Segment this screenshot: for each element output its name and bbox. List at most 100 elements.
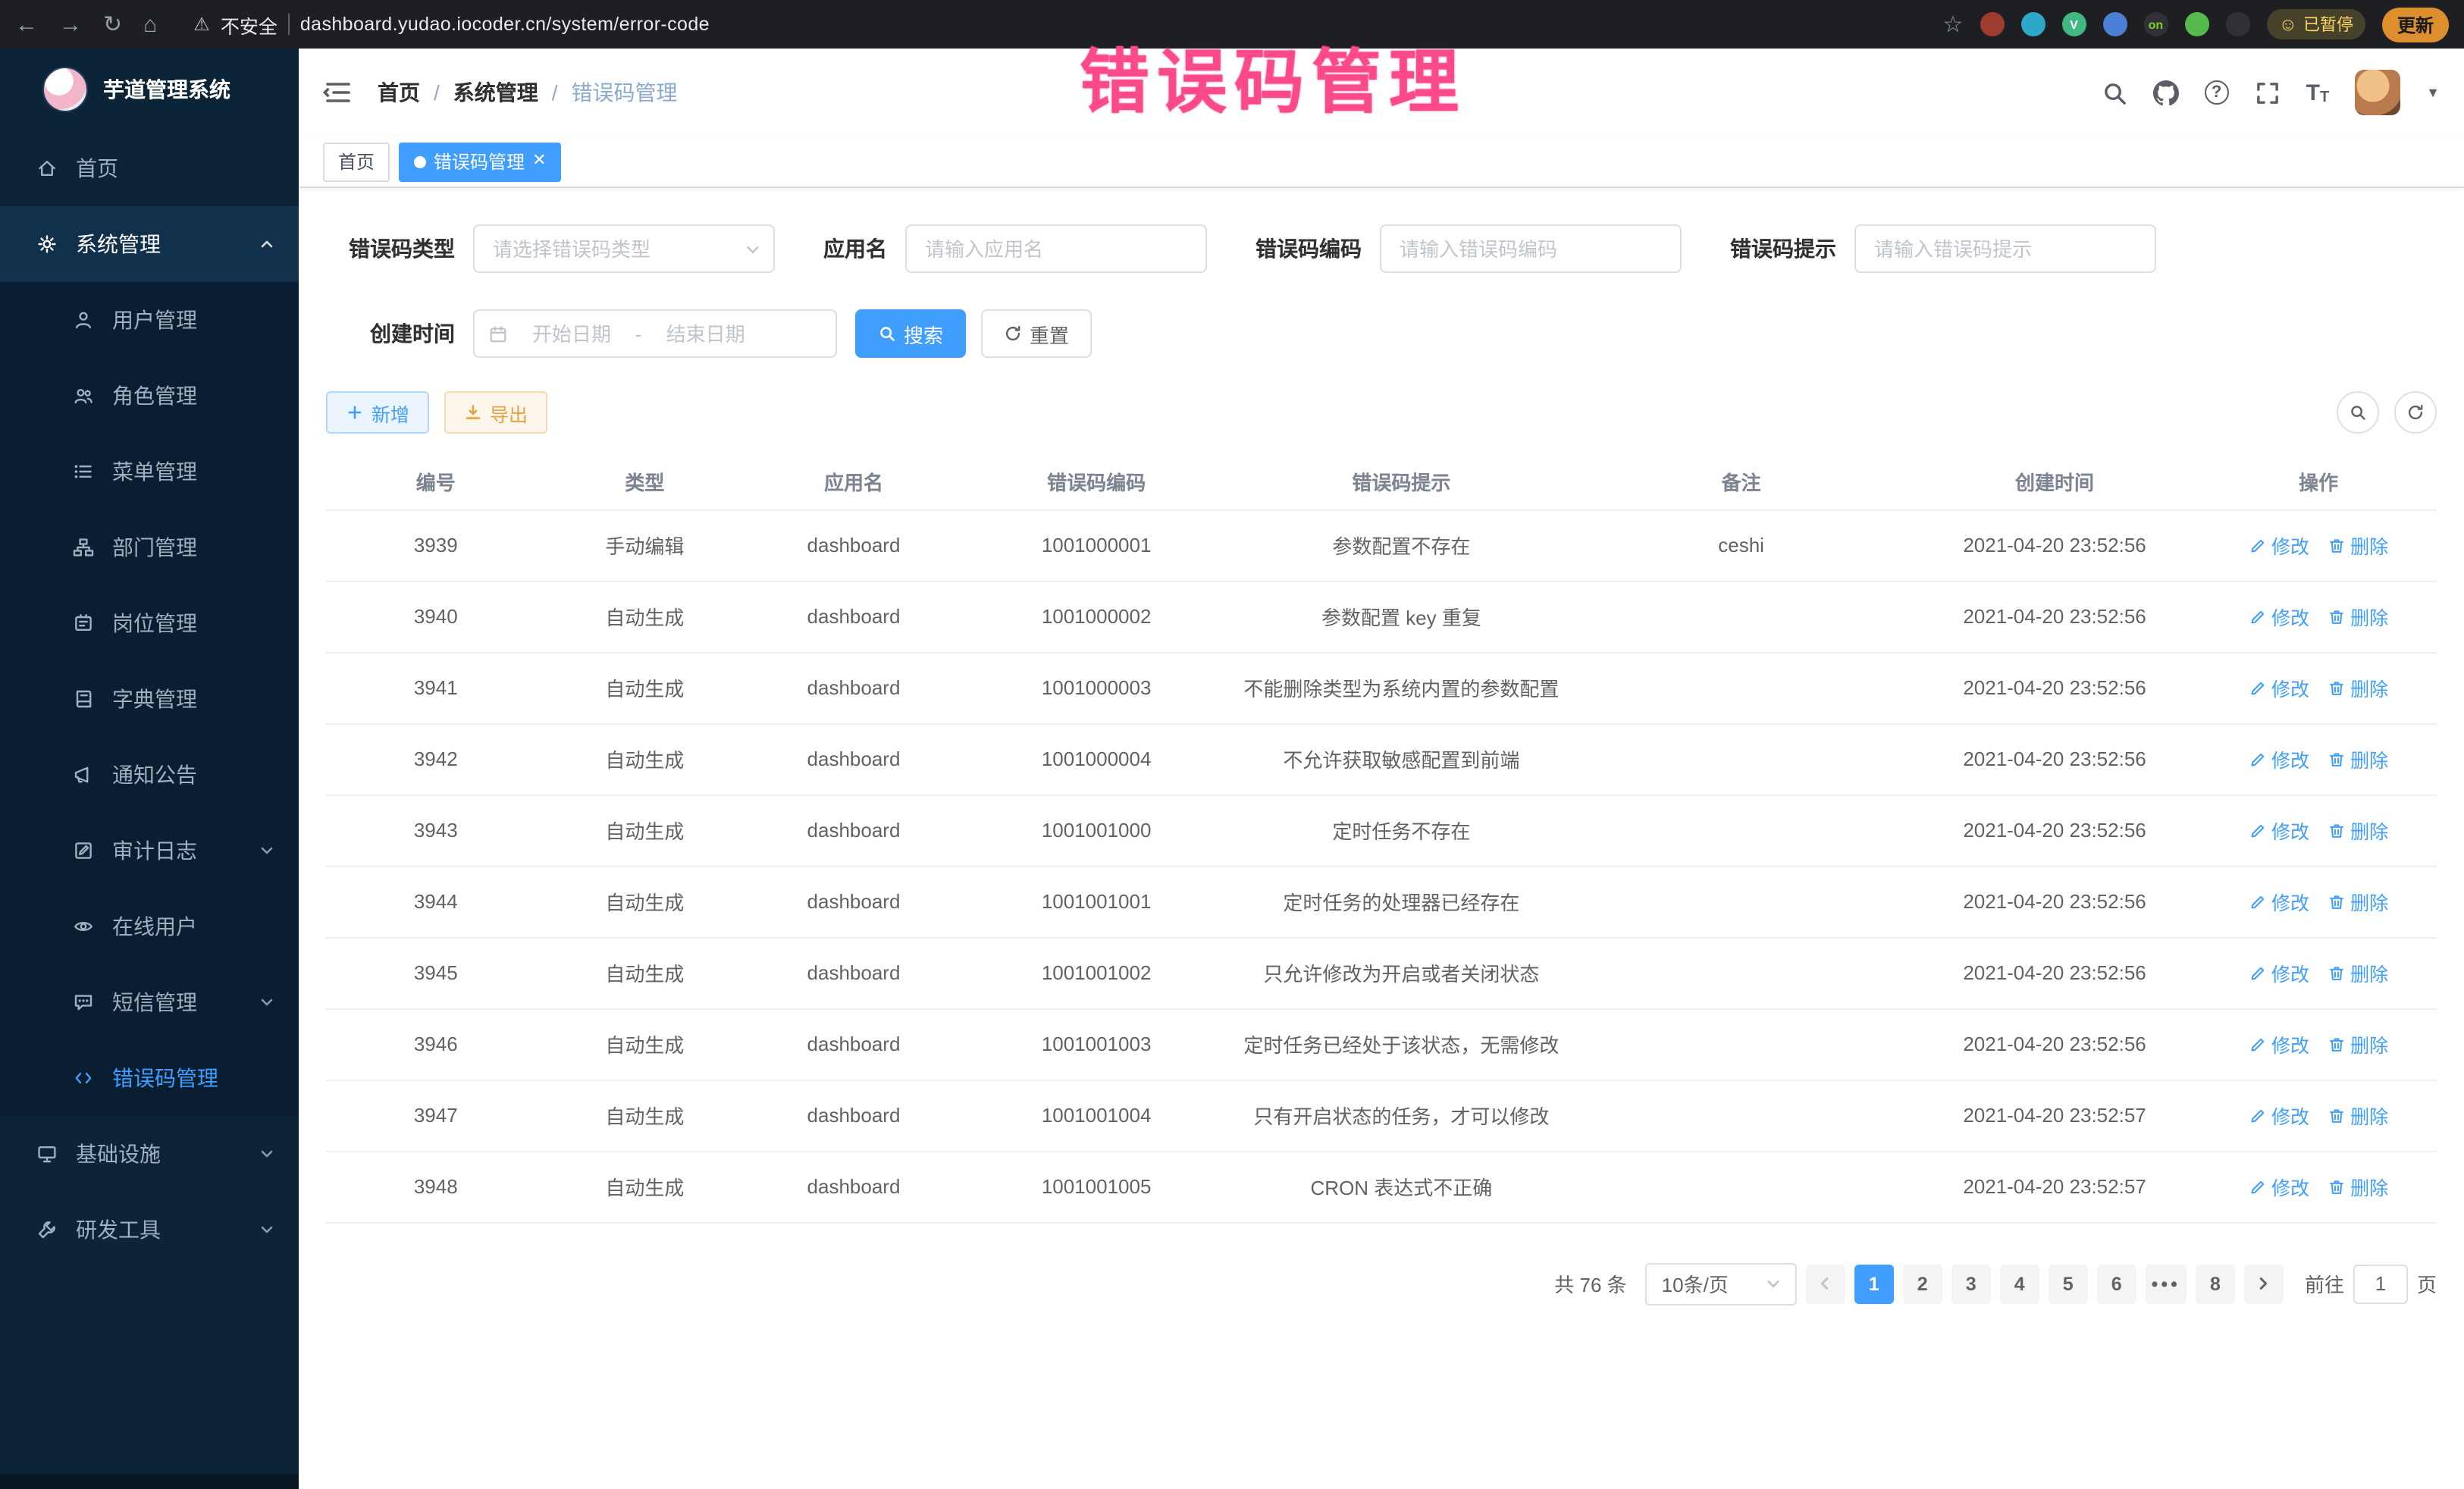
sidebar-item-devtools[interactable]: 研发工具 <box>0 1192 299 1268</box>
sidebar-item-role[interactable]: 角色管理 <box>0 358 299 434</box>
page-size-select[interactable]: 10条/页 <box>1645 1262 1797 1305</box>
sidebar-item-notice[interactable]: 通知公告 <box>0 737 299 813</box>
extension-icon-teal[interactable] <box>2020 12 2045 36</box>
sidebar-item-sms[interactable]: 短信管理 <box>0 964 299 1040</box>
breadcrumb-home[interactable]: 首页 <box>378 77 420 108</box>
text-size-icon[interactable]: TT <box>2306 80 2330 105</box>
profile-paused-badge[interactable]: ☺ 已暂停 <box>2266 9 2365 39</box>
tab-error-code[interactable]: 错误码管理 ✕ <box>399 142 561 181</box>
user-avatar[interactable] <box>2355 70 2400 115</box>
sidebar-item-home[interactable]: 首页 <box>0 130 299 206</box>
page-button-6[interactable]: 6 <box>2097 1264 2136 1303</box>
active-dot-icon <box>414 155 426 168</box>
date-range-picker[interactable]: - <box>473 309 837 358</box>
sidebar-item-dept[interactable]: 部门管理 <box>0 509 299 585</box>
sidebar-item-user[interactable]: 用户管理 <box>0 282 299 358</box>
cell-app: dashboard <box>744 1008 964 1080</box>
extension-icon-red[interactable] <box>1980 12 2004 36</box>
bookmark-star-icon[interactable]: ☆ <box>1943 11 1964 38</box>
search-icon[interactable] <box>2102 80 2127 105</box>
delete-link[interactable]: 删除 <box>2328 1030 2388 1058</box>
extension-icon-dark[interactable] <box>2225 12 2249 36</box>
not-secure-warning-icon: ⚠ <box>193 14 210 35</box>
edit-link[interactable]: 修改 <box>2249 887 2309 916</box>
edit-link[interactable]: 修改 <box>2249 816 2309 845</box>
sidebar-item-online[interactable]: 在线用户 <box>0 889 299 964</box>
edit-link[interactable]: 修改 <box>2249 531 2309 560</box>
extension-icon-green[interactable] <box>2184 12 2209 36</box>
page-button-3[interactable]: 3 <box>1951 1264 1991 1303</box>
table-header-row: 编号 类型 应用名 错误码编码 错误码提示 备注 创建时间 操作 <box>326 455 2437 509</box>
page-button-2[interactable]: 2 <box>1903 1264 1942 1303</box>
sidebar-item-menu[interactable]: 菜单管理 <box>0 434 299 509</box>
home-icon[interactable]: ⌂ <box>143 11 157 37</box>
end-date-input[interactable] <box>651 322 760 345</box>
delete-link[interactable]: 删除 <box>2328 744 2388 773</box>
sidebar-item-infra[interactable]: 基础设施 <box>0 1116 299 1192</box>
search-button[interactable]: 搜索 <box>855 309 966 358</box>
tags-view: 首页 错误码管理 ✕ <box>299 136 2464 188</box>
page-button-5[interactable]: 5 <box>2049 1264 2088 1303</box>
extension-icon-switch[interactable]: on <box>2143 12 2168 36</box>
more-pages-button[interactable]: ••• <box>2146 1264 2187 1303</box>
error-code-input[interactable] <box>1380 224 1682 273</box>
cell-app: dashboard <box>744 795 964 866</box>
page-button-4[interactable]: 4 <box>2000 1264 2039 1303</box>
edit-link[interactable]: 修改 <box>2249 673 2309 702</box>
refresh-table-button[interactable] <box>2394 391 2437 434</box>
pencil-icon <box>2249 679 2267 697</box>
help-icon[interactable]: ? <box>2205 80 2229 105</box>
edit-link[interactable]: 修改 <box>2249 1172 2309 1201</box>
delete-link[interactable]: 删除 <box>2328 602 2388 631</box>
delete-link[interactable]: 删除 <box>2328 1101 2388 1130</box>
chevron-down-icon[interactable]: ▼ <box>2426 85 2440 100</box>
breadcrumb-current: 错误码管理 <box>572 77 678 108</box>
sidebar-item-system[interactable]: 系统管理 <box>0 206 299 282</box>
cell-hint: 定时任务已经处于该状态，无需修改 <box>1230 1008 1574 1080</box>
sidebar-item-dict[interactable]: 字典管理 <box>0 661 299 737</box>
edit-link[interactable]: 修改 <box>2249 958 2309 987</box>
fullscreen-icon[interactable] <box>2255 80 2281 105</box>
tab-home[interactable]: 首页 <box>323 142 390 181</box>
profile-emoji-icon: ☺ <box>2278 14 2297 35</box>
extension-icon-blue[interactable] <box>2102 12 2127 36</box>
edit-link[interactable]: 修改 <box>2249 1030 2309 1058</box>
add-button[interactable]: 新增 <box>326 391 429 434</box>
delete-link[interactable]: 删除 <box>2328 531 2388 560</box>
sidebar-collapse-bar[interactable] <box>0 1474 299 1489</box>
sidebar-item-audit[interactable]: 审计日志 <box>0 813 299 889</box>
address-bar[interactable]: ⚠ 不安全 dashboard.yudao.iocoder.cn/system/… <box>193 10 710 39</box>
delete-link[interactable]: 删除 <box>2328 816 2388 845</box>
sidebar-item-errcode[interactable]: 错误码管理 <box>0 1040 299 1116</box>
prev-page-button[interactable] <box>1806 1264 1845 1303</box>
browser-update-button[interactable]: 更新 <box>2382 7 2449 42</box>
reset-button[interactable]: 重置 <box>981 309 1092 358</box>
show-search-button[interactable] <box>2337 391 2379 434</box>
edit-link[interactable]: 修改 <box>2249 744 2309 773</box>
app-name-input[interactable] <box>905 224 1207 273</box>
edit-link[interactable]: 修改 <box>2249 602 2309 631</box>
page-button-8[interactable]: 8 <box>2196 1264 2235 1303</box>
hamburger-icon[interactable] <box>299 77 378 108</box>
extension-icon-vue[interactable]: V <box>2061 12 2086 36</box>
error-type-select[interactable] <box>473 224 775 273</box>
sidebar-item-post[interactable]: 岗位管理 <box>0 585 299 661</box>
error-hint-input[interactable] <box>1854 224 2156 273</box>
start-date-input[interactable] <box>517 322 626 345</box>
breadcrumb-system[interactable]: 系统管理 <box>453 77 538 108</box>
github-icon[interactable] <box>2153 80 2179 105</box>
trash-icon <box>2328 1035 2346 1053</box>
goto-page-input[interactable] <box>2353 1264 2408 1303</box>
delete-link[interactable]: 删除 <box>2328 1172 2388 1201</box>
delete-link[interactable]: 删除 <box>2328 958 2388 987</box>
back-icon[interactable]: ← <box>15 11 38 37</box>
edit-link[interactable]: 修改 <box>2249 1101 2309 1130</box>
reload-icon[interactable]: ↻ <box>103 11 122 38</box>
page-button-1[interactable]: 1 <box>1854 1264 1894 1303</box>
export-button[interactable]: 导出 <box>444 391 547 434</box>
delete-link[interactable]: 删除 <box>2328 887 2388 916</box>
forward-icon[interactable]: → <box>59 11 82 37</box>
delete-link[interactable]: 删除 <box>2328 673 2388 702</box>
next-page-button[interactable] <box>2244 1264 2284 1303</box>
close-icon[interactable]: ✕ <box>532 153 546 170</box>
